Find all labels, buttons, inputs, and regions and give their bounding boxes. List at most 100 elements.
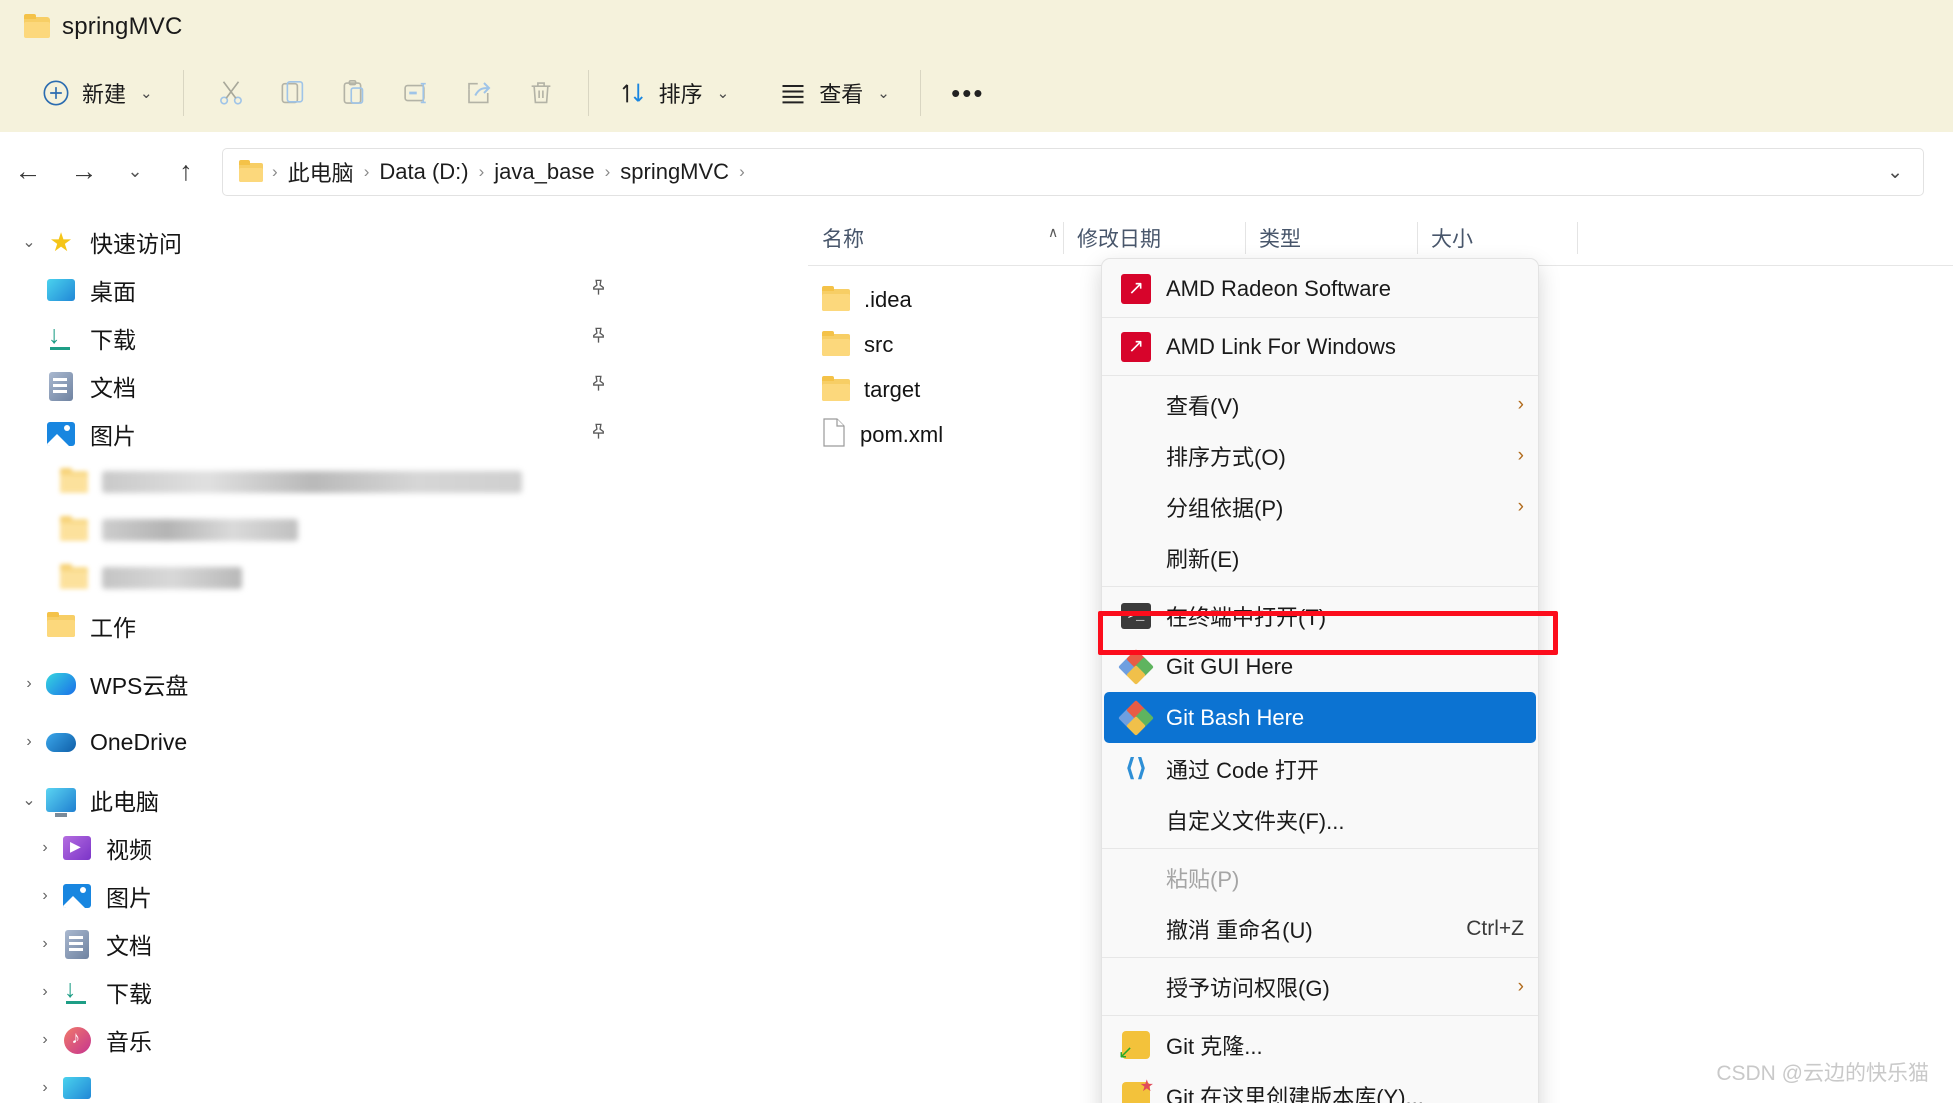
chevron-right-icon[interactable]: › [30,887,60,905]
chevron-right-icon[interactable]: › [30,839,60,857]
context-menu-item-view[interactable]: 查看(V) › [1104,379,1536,430]
sort-button[interactable]: 排序 ⌄ [605,69,744,117]
context-menu-item-customize-folder[interactable]: 自定义文件夹(F)... [1104,794,1536,845]
context-menu-item-label: 撤消 重命名(U) [1166,917,1313,943]
forward-button[interactable]: → [56,143,112,199]
context-menu-item-label: 在终端中打开(T) [1166,604,1327,630]
chevron-right-icon[interactable]: › [14,733,44,751]
desktop-icon [60,1074,94,1102]
context-menu-item-grant-access[interactable]: 授予访问权限(G) › [1104,961,1536,1012]
sidebar-item-downloads[interactable]: 下载 [0,314,808,362]
sidebar-item-quick-access[interactable]: ⌄ ★ 快速访问 [0,218,808,266]
context-menu-item-git-create-repository[interactable]: Git 在这里创建版本库(Y)... [1104,1070,1536,1103]
sidebar-item-onedrive[interactable]: › OneDrive [0,718,808,766]
file-name-label: .idea [864,287,912,312]
context-menu-item-refresh[interactable]: 刷新(E) [1104,532,1536,583]
context-menu-item-amd-link-for-windows[interactable]: AMD Link For Windows [1104,321,1536,372]
sidebar-item-music-pc[interactable]: › 音乐 [0,1016,808,1064]
sidebar-item-downloads-pc[interactable]: › 下载 [0,968,808,1016]
context-menu-item-git-bash-here[interactable]: Git Bash Here [1104,692,1536,743]
context-menu-item-open-in-terminal[interactable]: >_ 在终端中打开(T) [1104,590,1536,641]
more-options-button[interactable]: ••• [937,69,999,117]
column-header-label: 名称 [822,228,864,251]
window-title: springMVC [62,13,183,40]
rename-button[interactable] [386,69,448,117]
paste-button[interactable] [324,69,386,117]
chevron-down-icon[interactable]: ⌄ [14,232,44,252]
up-button[interactable]: ↑ [158,143,214,199]
context-menu-item-label: Git 在这里创建版本库(Y)... [1166,1084,1424,1103]
chevron-right-icon[interactable]: › [30,983,60,1001]
breadcrumb-item-3[interactable]: springMVC [613,157,736,187]
sidebar-item-desktop[interactable]: 桌面 [0,266,808,314]
cut-button[interactable] [200,69,262,117]
breadcrumb-folder-icon [239,159,263,182]
chevron-right-icon[interactable]: › [30,1079,60,1097]
download-icon [44,324,78,352]
sidebar-item-label: WPS云盘 [90,673,189,699]
sidebar-item-pictures-pc[interactable]: › 图片 [0,872,808,920]
sidebar-item-wps-cloud[interactable]: › WPS云盘 [0,660,808,708]
breadcrumb-item-1[interactable]: Data (D:) [372,157,475,187]
sidebar-item-redacted-2[interactable] [0,506,808,554]
pin-icon[interactable] [589,326,608,350]
sidebar-item-label: 下载 [90,327,136,353]
recent-locations-button[interactable]: ⌄ [112,143,158,199]
chevron-right-icon[interactable]: › [30,935,60,953]
chevron-down-icon: ⌄ [716,85,730,102]
column-header-name[interactable]: 名称 [808,210,1063,266]
context-menu-item-git-gui-here[interactable]: Git GUI Here [1104,641,1536,692]
address-dropdown-icon[interactable]: ⌄ [1887,161,1911,184]
redacted-label [102,567,242,589]
context-menu-item-label: Git GUI Here [1166,653,1294,679]
context-menu-item-label: Git 克隆... [1166,1033,1263,1059]
download-icon [60,978,94,1006]
chevron-right-icon[interactable]: › [30,1031,60,1049]
new-button-label: 新建 [82,82,127,107]
context-menu-item-label: 分组依据(P) [1166,495,1284,521]
chevron-right-icon[interactable]: › [14,675,44,693]
breadcrumb-separator: › [478,162,485,181]
context-menu-item-undo-rename[interactable]: 撤消 重命名(U) Ctrl+Z [1104,903,1536,954]
breadcrumb-item-0[interactable]: 此电脑 [281,154,361,190]
column-header-label: 大小 [1431,228,1473,251]
sidebar-item-redacted-3[interactable] [0,554,808,602]
share-button[interactable] [448,69,510,117]
new-button[interactable]: 新建 ⌄ [28,69,167,117]
breadcrumb-item-2[interactable]: java_base [487,157,601,187]
context-menu-item-group-by[interactable]: 分组依据(P) › [1104,481,1536,532]
context-menu-item-open-with-code[interactable]: ⟨⟩ 通过 Code 打开 [1104,743,1536,794]
pin-icon[interactable] [589,422,608,446]
sidebar-item-redacted-1[interactable] [0,458,808,506]
sidebar-item-documents-pc[interactable]: › 文档 [0,920,808,968]
copy-button[interactable] [262,69,324,117]
context-menu: AMD Radeon Software AMD Link For Windows… [1101,258,1539,1103]
sidebar-item-pictures[interactable]: 图片 [0,410,808,458]
paste-icon [340,78,370,108]
pin-icon[interactable] [589,374,608,398]
context-menu-item-git-clone[interactable]: Git 克隆... [1104,1019,1536,1070]
cut-icon [216,78,246,108]
address-bar[interactable]: › 此电脑 › Data (D:) › java_base › springMV… [222,148,1924,196]
context-menu-item-label: 查看(V) [1166,393,1240,419]
sidebar-item-label: 此电脑 [90,789,159,815]
delete-button[interactable] [510,69,572,117]
context-menu-item-label: AMD Link For Windows [1166,333,1396,359]
view-button[interactable]: 查看 ⌄ [765,69,904,117]
back-button[interactable]: ← [0,143,56,199]
pin-icon[interactable] [589,278,608,302]
chevron-down-icon[interactable]: ⌄ [14,790,44,810]
context-menu-item-accelerator: Ctrl+Z [1466,916,1524,940]
context-menu-item-sort-by[interactable]: 排序方式(O) › [1104,430,1536,481]
sidebar-item-work[interactable]: 工作 [0,602,808,650]
column-divider[interactable] [1577,222,1578,254]
sidebar-item-videos[interactable]: › 视频 [0,824,808,872]
sidebar-item-this-pc[interactable]: ⌄ 此电脑 [0,776,808,824]
folder-icon [60,564,88,589]
sidebar-item-documents[interactable]: 文档 [0,362,808,410]
context-menu-item-amd-radeon-software[interactable]: AMD Radeon Software [1104,263,1536,314]
chevron-right-icon: › [1517,444,1524,466]
chevron-right-icon: › [1517,975,1524,997]
toolbar-divider-3 [919,70,921,116]
sidebar-item-desktop-pc[interactable]: › [0,1064,808,1103]
